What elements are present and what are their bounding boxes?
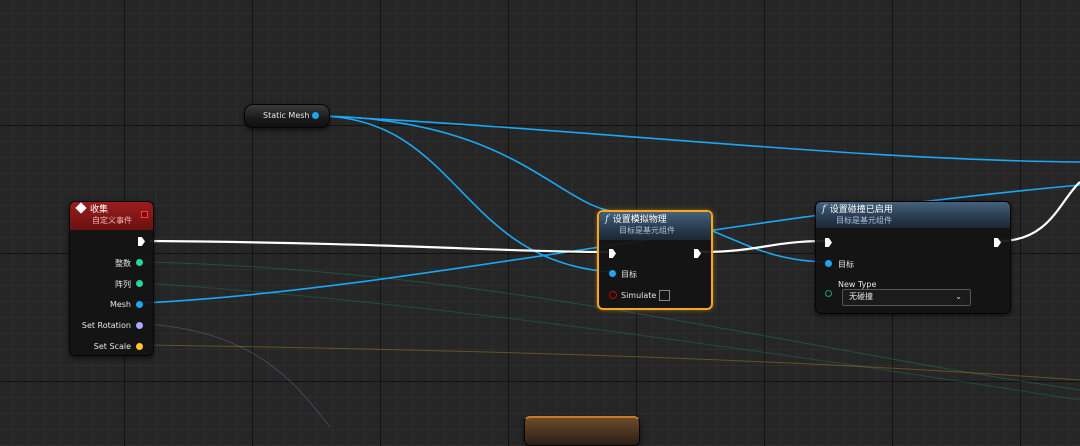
new-type-label: New Type: [838, 280, 877, 289]
event-pin-set-scale[interactable]: [136, 343, 143, 350]
event-subtitle: 自定义事件: [92, 216, 132, 225]
event-pin-set-rotation[interactable]: [136, 322, 143, 329]
function-icon: f: [605, 214, 609, 225]
simulate-target-pin[interactable]: [609, 270, 616, 277]
simulate-bool-pin[interactable]: [609, 291, 617, 299]
simulate-subtitle: 目标是基元组件: [619, 226, 675, 235]
chevron-down-icon: ⌄: [955, 292, 962, 301]
custom-event-node[interactable]: 收集 自定义事件 整数 阵列 Mesh Set Rotation Set Sca…: [69, 201, 154, 356]
new-type-value: 无碰撞: [849, 292, 873, 301]
event-pin-array[interactable]: [136, 280, 143, 287]
set-simulate-physics-node[interactable]: f 设置模拟物理 目标是基元组件 目标 Simulate: [597, 210, 713, 310]
collision-node-header[interactable]: f 设置碰撞已启用 目标是基元组件: [816, 202, 1010, 228]
static-mesh-variable-node[interactable]: Static Mesh: [244, 104, 330, 128]
event-pin-label-mesh: Mesh: [109, 300, 131, 309]
event-pin-integer[interactable]: [136, 259, 143, 266]
event-pin-label-set-rotation: Set Rotation: [81, 321, 131, 330]
simulate-label: Simulate: [621, 291, 657, 300]
event-pin-label-set-scale: Set Scale: [93, 342, 131, 351]
static-mesh-label: Static Mesh: [263, 111, 310, 120]
set-collision-enabled-node[interactable]: f 设置碰撞已启用 目标是基元组件 目标 New Type 无碰撞 ⌄: [815, 201, 1011, 314]
collision-title: 设置碰撞已启用: [829, 205, 893, 215]
delegate-pin[interactable]: [141, 211, 148, 218]
function-icon: f: [822, 204, 826, 215]
exec-wire-3: [999, 181, 1080, 243]
event-pin-label-array: 阵列: [115, 280, 131, 289]
simulate-checkbox[interactable]: [659, 290, 670, 301]
event-pin-mesh[interactable]: [136, 301, 143, 308]
rotation-wire: [142, 323, 331, 427]
simulate-title: 设置模拟物理: [612, 215, 667, 225]
static-mesh-output-pin[interactable]: [312, 112, 319, 119]
event-pin-label-integer: 整数: [115, 259, 131, 268]
offscreen-node-partial[interactable]: [524, 416, 640, 446]
collision-target-label: 目标: [838, 260, 854, 269]
simulate-target-label: 目标: [621, 270, 637, 279]
exec-wire-2: [699, 239, 827, 254]
new-type-dropdown[interactable]: 无碰撞 ⌄: [842, 289, 971, 306]
static-mesh-wire-out: [321, 115, 1080, 163]
collision-target-pin[interactable]: [825, 260, 832, 267]
exec-wire-1: [149, 239, 609, 254]
event-node-header[interactable]: 收集 自定义事件: [70, 202, 153, 230]
collision-subtitle: 目标是基元组件: [836, 216, 892, 225]
new-type-pin[interactable]: [825, 290, 832, 297]
simulate-node-header[interactable]: f 设置模拟物理 目标是基元组件: [599, 212, 711, 240]
event-icon: [75, 202, 87, 214]
event-title: 收集: [90, 205, 109, 215]
